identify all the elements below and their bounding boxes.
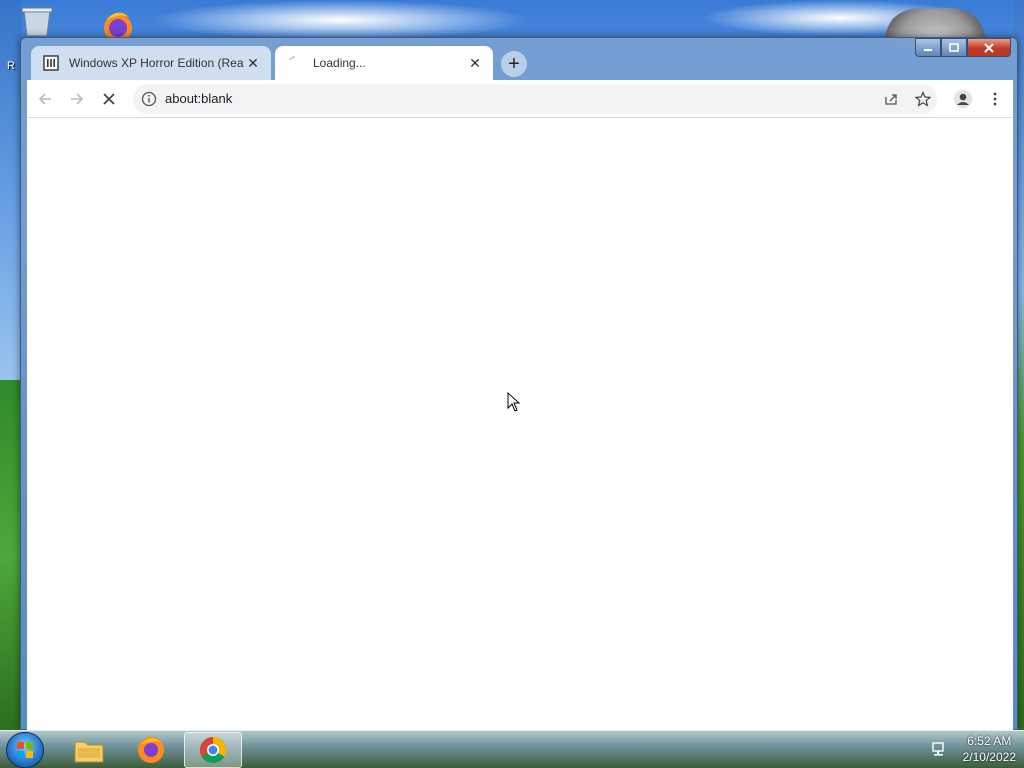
system-tray: 6:52 AM 2/10/2022 xyxy=(931,733,1016,765)
share-icon xyxy=(885,93,897,105)
tab-title: Loading... xyxy=(313,56,366,70)
wallpaper-cloud xyxy=(150,0,530,40)
new-tab-button[interactable]: + xyxy=(501,51,527,77)
clock-date: 2/10/2022 xyxy=(962,750,1016,764)
tab-loading[interactable]: Loading... ✕ xyxy=(275,46,493,80)
taskbar-clock[interactable]: 6:52 AM 2/10/2022 xyxy=(963,733,1016,765)
network-icon[interactable] xyxy=(931,740,949,758)
stop-loading-button[interactable] xyxy=(95,85,123,113)
profile-icon xyxy=(954,89,972,108)
windows-logo-icon xyxy=(17,742,33,758)
page-viewport[interactable] xyxy=(27,118,1013,731)
minimize-icon[interactable] xyxy=(915,38,941,57)
close-icon[interactable] xyxy=(967,38,1011,57)
browser-window: Windows XP Horror Edition (Rea ✕ Loading… xyxy=(20,37,1018,731)
forward-arrow-icon xyxy=(71,92,84,105)
info-icon[interactable] xyxy=(141,91,157,107)
institution-icon xyxy=(43,55,59,71)
tab-close-icon[interactable]: ✕ xyxy=(245,55,261,71)
share-button[interactable] xyxy=(877,85,905,113)
recycle-bin-label: R xyxy=(7,60,15,72)
desktop-wallpaper-grass xyxy=(0,380,22,730)
back-button[interactable] xyxy=(31,85,59,113)
chrome-icon xyxy=(199,736,227,764)
taskbar-explorer[interactable] xyxy=(60,732,118,768)
recycle-bin-icon[interactable] xyxy=(18,6,56,36)
forward-button[interactable] xyxy=(63,85,91,113)
mouse-cursor-icon xyxy=(507,392,521,412)
taskbar: 6:52 AM 2/10/2022 xyxy=(0,730,1024,768)
star-icon xyxy=(915,90,931,107)
tab-close-icon[interactable]: ✕ xyxy=(467,55,483,71)
address-url[interactable]: about:blank xyxy=(165,91,232,106)
bookmark-button[interactable] xyxy=(909,85,937,113)
browser-toolbar: about:blank xyxy=(27,80,1013,118)
tab-title: Windows XP Horror Edition (Rea xyxy=(69,56,244,70)
back-arrow-icon xyxy=(38,92,51,105)
tab-strip: Windows XP Horror Edition (Rea ✕ Loading… xyxy=(21,38,1017,80)
address-bar[interactable]: about:blank xyxy=(133,83,937,114)
taskbar-chrome[interactable] xyxy=(184,732,242,768)
maximize-icon[interactable] xyxy=(941,38,967,57)
loading-spinner-icon xyxy=(287,55,303,71)
taskbar-firefox[interactable] xyxy=(122,732,180,768)
desktop-wallpaper-left xyxy=(0,0,22,380)
firefox-icon xyxy=(138,737,164,763)
folder-icon xyxy=(74,741,104,763)
stop-x-icon xyxy=(103,92,115,105)
tab-windows-xp-horror[interactable]: Windows XP Horror Edition (Rea ✕ xyxy=(31,46,271,80)
window-controls xyxy=(915,38,1011,57)
profile-button[interactable] xyxy=(949,85,977,113)
menu-button[interactable] xyxy=(981,85,1009,113)
start-button[interactable] xyxy=(6,732,44,768)
clock-time: 6:52 AM xyxy=(967,734,1012,748)
more-vert-icon xyxy=(993,92,997,105)
